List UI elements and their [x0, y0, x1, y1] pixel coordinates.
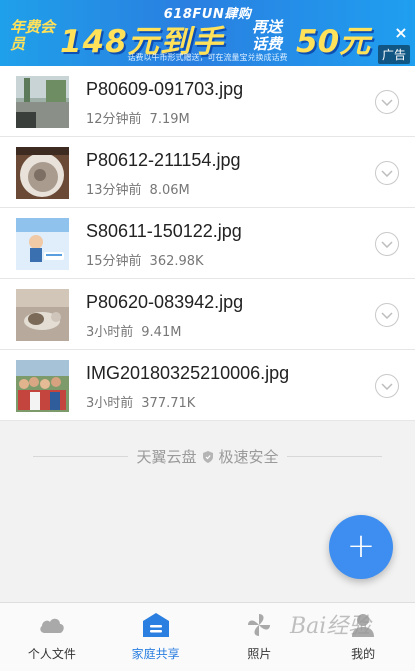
file-size: 377.71K	[141, 396, 196, 411]
close-icon[interactable]: ×	[393, 25, 409, 41]
chevron-down-icon[interactable]	[375, 303, 399, 327]
divider	[33, 456, 128, 457]
list-item[interactable]: IMG20180325210006.jpg 3小时前 377.71K	[0, 350, 415, 421]
pinwheel-icon	[248, 614, 271, 636]
file-meta: 3小时前 377.71K	[86, 392, 195, 411]
chevron-down-icon[interactable]	[375, 374, 399, 398]
file-thumbnail	[16, 218, 69, 270]
file-meta: 12分钟前 7.19M	[86, 108, 190, 127]
file-name: IMG20180325210006.jpg	[86, 363, 290, 383]
file-time: 12分钟前	[86, 112, 142, 127]
watermark: Bai经验	[290, 614, 371, 639]
ad-badge: 广告	[377, 45, 410, 64]
file-size: 8.06M	[149, 183, 190, 198]
file-name: P80620-083942.jpg	[86, 292, 244, 312]
divider	[287, 456, 382, 457]
promo-banner[interactable]: 618FUN肆购 年费会员 148元到手 再送话费 50元 话费以牛币形式赠送，…	[0, 0, 415, 66]
chevron-down-icon[interactable]	[375, 232, 399, 256]
tab-label: 个人文件	[27, 647, 76, 661]
list-item[interactable]: P80620-083942.jpg 3小时前 9.41M	[0, 279, 415, 350]
file-name: P80609-091703.jpg	[86, 79, 244, 99]
brand-slogan: 极速安全	[218, 448, 279, 466]
cloud-icon	[40, 618, 64, 633]
file-time: 15分钟前	[86, 254, 142, 269]
file-meta: 13分钟前 8.06M	[86, 179, 190, 198]
file-time: 3小时前	[86, 396, 134, 411]
tab-label: 照片	[247, 647, 272, 661]
list-item[interactable]: P80612-211154.jpg 13分钟前 8.06M	[0, 137, 415, 208]
tab-label: 我的	[351, 647, 376, 661]
file-size: 9.41M	[141, 325, 182, 340]
list-item[interactable]: P80609-091703.jpg 12分钟前 7.19M	[0, 66, 415, 137]
list-item[interactable]: S80611-150122.jpg 15分钟前 362.98K	[0, 208, 415, 279]
brand-footer: 天翼云盘 极速安全	[0, 446, 415, 468]
banner-left-text: 年费会员	[10, 18, 56, 53]
file-meta: 15分钟前 362.98K	[86, 250, 204, 269]
file-thumbnail	[16, 147, 69, 199]
chevron-down-icon[interactable]	[375, 90, 399, 114]
file-size: 362.98K	[149, 254, 204, 269]
file-name: S80611-150122.jpg	[86, 221, 242, 241]
tab-family-share[interactable]: 家庭共享	[104, 603, 208, 671]
file-time: 3小时前	[86, 325, 134, 340]
banner-mid-text: 再送话费	[252, 18, 283, 53]
add-button[interactable]: +	[329, 515, 393, 579]
file-thumbnail	[16, 76, 69, 128]
file-time: 13分钟前	[86, 183, 142, 198]
shield-icon	[202, 451, 213, 463]
family-share-icon	[142, 613, 169, 637]
file-thumbnail	[16, 289, 69, 341]
tab-personal-files[interactable]: 个人文件	[0, 603, 104, 671]
banner-note: 话费以牛币形式赠送，可在流量宝兑换成话费	[127, 53, 288, 62]
file-list: P80609-091703.jpg 12分钟前 7.19M P80612-2111…	[0, 66, 415, 421]
file-name: P80612-211154.jpg	[86, 150, 241, 170]
tab-label: 家庭共享	[131, 647, 180, 661]
file-thumbnail	[16, 360, 69, 412]
brand-name: 天翼云盘	[136, 448, 197, 466]
file-size: 7.19M	[149, 112, 190, 127]
file-meta: 3小时前 9.41M	[86, 321, 181, 340]
chevron-down-icon[interactable]	[375, 161, 399, 185]
